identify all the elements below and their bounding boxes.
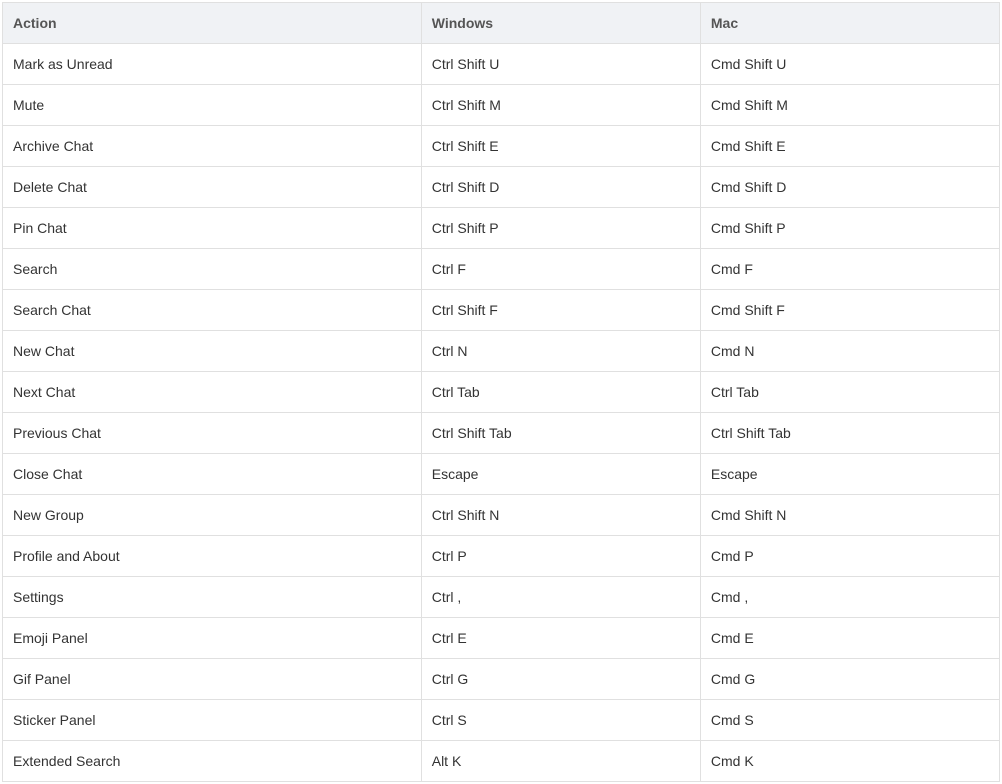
cell-action: Close Chat <box>3 454 422 495</box>
table-row: Previous ChatCtrl Shift TabCtrl Shift Ta… <box>3 413 1000 454</box>
cell-action: Archive Chat <box>3 126 422 167</box>
table-row: MuteCtrl Shift MCmd Shift M <box>3 85 1000 126</box>
cell-action: Pin Chat <box>3 208 422 249</box>
cell-mac: Cmd S <box>700 700 999 741</box>
cell-mac: Cmd , <box>700 577 999 618</box>
cell-action: Extended Search <box>3 741 422 782</box>
cell-mac: Cmd G <box>700 659 999 700</box>
cell-mac: Cmd F <box>700 249 999 290</box>
cell-action: Previous Chat <box>3 413 422 454</box>
cell-mac: Escape <box>700 454 999 495</box>
cell-mac: Cmd Shift N <box>700 495 999 536</box>
cell-windows: Ctrl G <box>421 659 700 700</box>
cell-windows: Alt K <box>421 741 700 782</box>
table-row: Sticker PanelCtrl SCmd S <box>3 700 1000 741</box>
table-row: Close ChatEscapeEscape <box>3 454 1000 495</box>
table-row: Extended SearchAlt KCmd K <box>3 741 1000 782</box>
cell-windows: Ctrl Tab <box>421 372 700 413</box>
cell-action: New Group <box>3 495 422 536</box>
table-row: Search ChatCtrl Shift FCmd Shift F <box>3 290 1000 331</box>
cell-mac: Cmd P <box>700 536 999 577</box>
cell-mac: Cmd Shift U <box>700 44 999 85</box>
header-action: Action <box>3 3 422 44</box>
table-row: Profile and AboutCtrl PCmd P <box>3 536 1000 577</box>
table-row: SearchCtrl FCmd F <box>3 249 1000 290</box>
table-row: Gif PanelCtrl GCmd G <box>3 659 1000 700</box>
table-row: New ChatCtrl NCmd N <box>3 331 1000 372</box>
cell-mac: Cmd Shift E <box>700 126 999 167</box>
cell-windows: Ctrl Shift P <box>421 208 700 249</box>
cell-mac: Cmd N <box>700 331 999 372</box>
table-row: Pin ChatCtrl Shift PCmd Shift P <box>3 208 1000 249</box>
cell-action: Next Chat <box>3 372 422 413</box>
cell-mac: Cmd Shift P <box>700 208 999 249</box>
cell-windows: Ctrl E <box>421 618 700 659</box>
cell-action: Search <box>3 249 422 290</box>
cell-action: Mute <box>3 85 422 126</box>
table-row: Delete ChatCtrl Shift DCmd Shift D <box>3 167 1000 208</box>
cell-windows: Ctrl , <box>421 577 700 618</box>
cell-action: Delete Chat <box>3 167 422 208</box>
cell-action: New Chat <box>3 331 422 372</box>
table-row: New GroupCtrl Shift NCmd Shift N <box>3 495 1000 536</box>
cell-action: Profile and About <box>3 536 422 577</box>
cell-windows: Ctrl Shift N <box>421 495 700 536</box>
cell-mac: Cmd Shift D <box>700 167 999 208</box>
cell-windows: Ctrl Shift Tab <box>421 413 700 454</box>
cell-mac: Cmd E <box>700 618 999 659</box>
cell-action: Emoji Panel <box>3 618 422 659</box>
cell-windows: Escape <box>421 454 700 495</box>
cell-windows: Ctrl P <box>421 536 700 577</box>
cell-action: Gif Panel <box>3 659 422 700</box>
table-header-row: Action Windows Mac <box>3 3 1000 44</box>
header-mac: Mac <box>700 3 999 44</box>
cell-mac: Cmd Shift F <box>700 290 999 331</box>
table-row: Next ChatCtrl TabCtrl Tab <box>3 372 1000 413</box>
cell-windows: Ctrl Shift U <box>421 44 700 85</box>
cell-mac: Ctrl Shift Tab <box>700 413 999 454</box>
cell-action: Settings <box>3 577 422 618</box>
cell-action: Search Chat <box>3 290 422 331</box>
cell-windows: Ctrl Shift M <box>421 85 700 126</box>
header-windows: Windows <box>421 3 700 44</box>
shortcuts-table: Action Windows Mac Mark as UnreadCtrl Sh… <box>2 2 1000 782</box>
cell-windows: Ctrl S <box>421 700 700 741</box>
table-row: SettingsCtrl ,Cmd , <box>3 577 1000 618</box>
table-row: Emoji PanelCtrl ECmd E <box>3 618 1000 659</box>
cell-windows: Ctrl N <box>421 331 700 372</box>
table-row: Mark as UnreadCtrl Shift UCmd Shift U <box>3 44 1000 85</box>
cell-windows: Ctrl F <box>421 249 700 290</box>
cell-action: Mark as Unread <box>3 44 422 85</box>
cell-mac: Cmd Shift M <box>700 85 999 126</box>
cell-mac: Ctrl Tab <box>700 372 999 413</box>
cell-windows: Ctrl Shift E <box>421 126 700 167</box>
cell-windows: Ctrl Shift D <box>421 167 700 208</box>
table-row: Archive ChatCtrl Shift ECmd Shift E <box>3 126 1000 167</box>
cell-action: Sticker Panel <box>3 700 422 741</box>
cell-windows: Ctrl Shift F <box>421 290 700 331</box>
cell-mac: Cmd K <box>700 741 999 782</box>
